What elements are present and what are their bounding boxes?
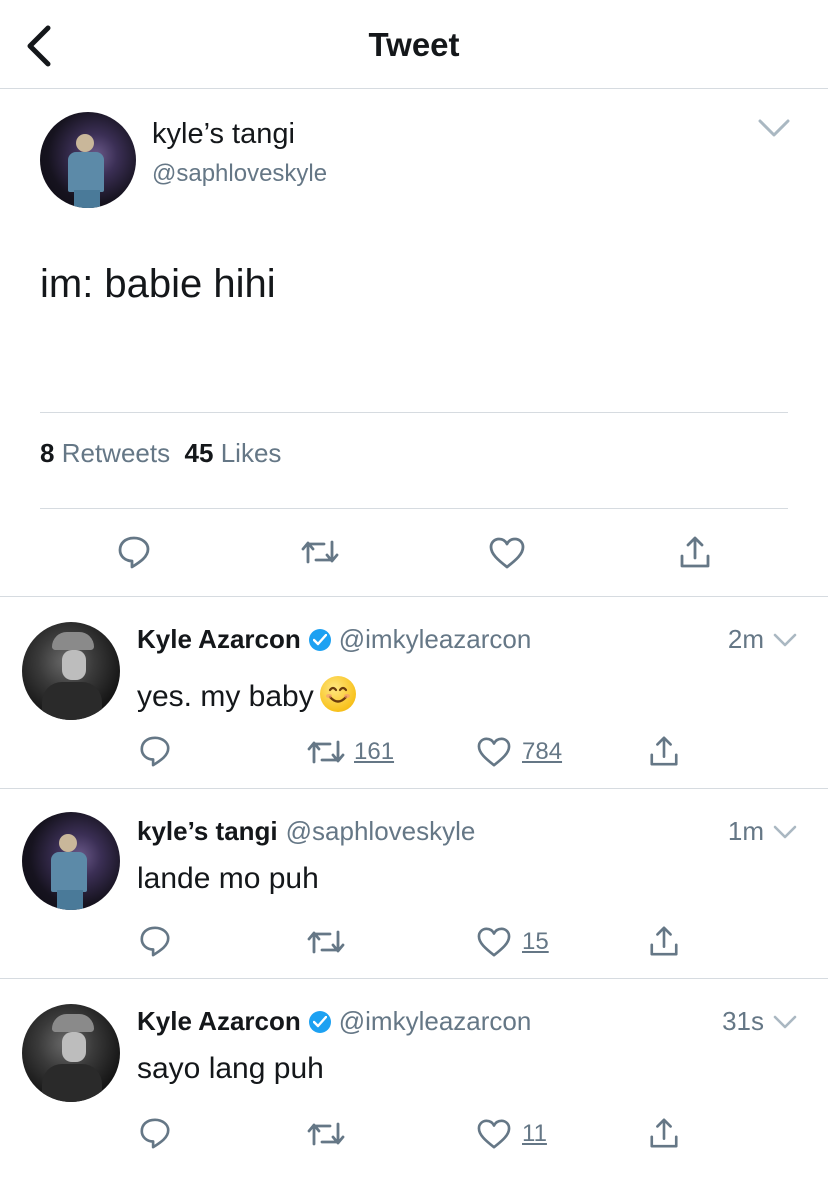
share-icon — [680, 536, 710, 568]
reply-button[interactable] — [138, 1116, 172, 1150]
retweet-icon — [307, 1122, 345, 1146]
avatar[interactable] — [22, 622, 120, 720]
reply-text: lande mo puh — [137, 862, 319, 895]
heart-icon — [489, 537, 525, 569]
heart-icon — [477, 1119, 511, 1149]
divider — [0, 978, 828, 979]
reply-icon — [140, 926, 170, 957]
timestamp[interactable]: 31s — [690, 1006, 764, 1037]
author-handle[interactable]: @imkyleazarcon — [339, 1006, 532, 1036]
reply-text-content: yes. my baby — [137, 680, 314, 713]
retweet-icon — [307, 740, 345, 764]
avatar[interactable] — [22, 1004, 120, 1102]
divider — [40, 508, 788, 509]
retweet-button[interactable] — [306, 1118, 346, 1150]
like-count[interactable]: 15 — [522, 928, 549, 956]
more-options-button[interactable] — [772, 1014, 798, 1032]
share-button[interactable] — [648, 734, 680, 768]
top-bar: Tweet — [0, 0, 828, 89]
reply-button[interactable] — [116, 534, 152, 570]
timestamp[interactable]: 1m — [690, 816, 764, 847]
reply-text: yes. my baby — [137, 670, 356, 714]
heart-icon — [477, 927, 511, 957]
retweet-button[interactable] — [306, 926, 346, 958]
avatar[interactable] — [22, 812, 120, 910]
retweet-count[interactable]: 161 — [354, 738, 394, 766]
more-options-button[interactable] — [772, 824, 798, 842]
reply-text: sayo lang puh — [137, 1052, 324, 1085]
like-button[interactable] — [476, 926, 512, 958]
like-button[interactable] — [476, 1118, 512, 1150]
reply-header: Kyle Azarcon @imkyleazarcon — [137, 624, 531, 655]
heart-icon — [477, 737, 511, 767]
retweets-label[interactable]: Retweets — [62, 438, 170, 468]
avatar[interactable] — [40, 112, 136, 208]
reply-icon — [140, 1118, 170, 1149]
like-button[interactable] — [476, 736, 512, 768]
timestamp[interactable]: 2m — [690, 624, 764, 655]
author-name[interactable]: Kyle Azarcon — [137, 1006, 301, 1036]
reply-icon — [118, 536, 150, 569]
verified-badge-icon — [308, 1011, 331, 1033]
divider — [0, 788, 828, 789]
retweet-icon — [301, 540, 339, 564]
retweet-icon — [307, 930, 345, 954]
like-count[interactable]: 11 — [522, 1120, 547, 1148]
divider — [0, 596, 828, 597]
share-icon — [650, 736, 678, 766]
more-options-button[interactable] — [756, 116, 792, 140]
share-icon — [650, 1118, 678, 1148]
chevron-down-icon — [773, 633, 797, 647]
chevron-down-icon — [758, 119, 790, 137]
tweet-stats: 8 Retweets 45 Likes — [40, 438, 281, 469]
chevron-down-icon — [773, 1015, 797, 1029]
more-options-button[interactable] — [772, 632, 798, 650]
likes-count[interactable]: 45 — [185, 438, 214, 468]
author-name[interactable]: kyle’s tangi — [152, 118, 295, 151]
tweet-text: im: babie hihi — [40, 262, 276, 306]
retweet-button[interactable] — [306, 736, 346, 768]
reply-button[interactable] — [138, 734, 172, 768]
smiling-face-emoji-icon — [319, 676, 356, 712]
verified-badge-icon — [308, 629, 331, 651]
like-count[interactable]: 784 — [522, 738, 562, 766]
author-handle[interactable]: @imkyleazarcon — [339, 624, 532, 654]
retweet-button[interactable] — [300, 536, 340, 568]
author-name[interactable]: Kyle Azarcon — [137, 624, 301, 654]
page-title: Tweet — [368, 26, 460, 63]
share-icon — [650, 926, 678, 956]
share-button[interactable] — [648, 1116, 680, 1150]
share-button[interactable] — [678, 534, 712, 570]
divider — [40, 412, 788, 413]
reply-header: Kyle Azarcon @imkyleazarcon — [137, 1006, 531, 1037]
reply-header: kyle’s tangi @saphloveskyle — [137, 816, 475, 847]
reply-button[interactable] — [138, 924, 172, 958]
reply-icon — [140, 736, 170, 767]
share-button[interactable] — [648, 924, 680, 958]
author-handle[interactable]: @saphloveskyle — [152, 160, 327, 188]
author-name[interactable]: kyle’s tangi — [137, 816, 278, 846]
retweets-count[interactable]: 8 — [40, 438, 54, 468]
like-button[interactable] — [488, 536, 526, 570]
likes-label[interactable]: Likes — [221, 438, 282, 468]
chevron-down-icon — [773, 825, 797, 839]
author-handle[interactable]: @saphloveskyle — [286, 816, 476, 846]
